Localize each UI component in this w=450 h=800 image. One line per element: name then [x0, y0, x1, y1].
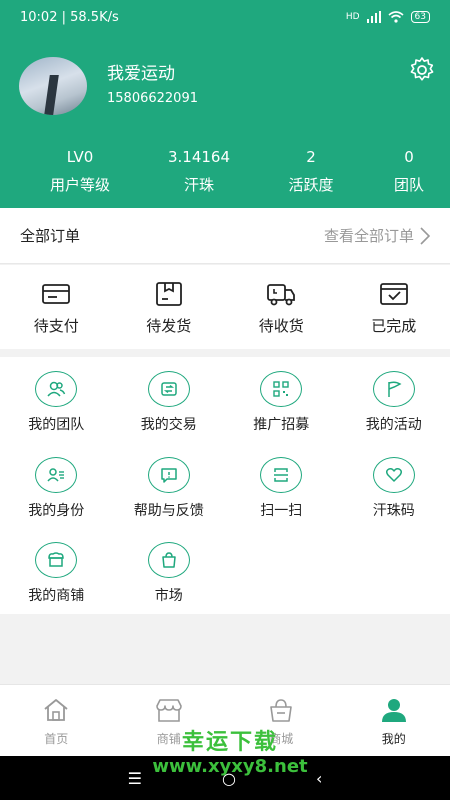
- status-time: 10:02: [20, 9, 58, 25]
- profile-header: 10:02 | 58.5K/s HD 63 我爱运动 15806622091 L…: [0, 0, 450, 208]
- shop-icon: [48, 552, 65, 568]
- package-box-icon: [155, 282, 182, 306]
- user-icon: [381, 699, 406, 722]
- order-status-row: 待支付 待发货 待收货 已完成: [0, 265, 450, 349]
- orders-header: 全部订单 查看全部订单: [0, 208, 450, 264]
- team-icon: [47, 381, 66, 397]
- menu-promotion[interactable]: 推广招募: [225, 357, 338, 437]
- payment-card-icon: [42, 284, 71, 304]
- stat-activity[interactable]: 2 活跃度: [238, 146, 384, 195]
- view-all-orders-link[interactable]: 查看全部订单: [324, 225, 430, 246]
- menu-icon[interactable]: ☰: [128, 769, 142, 788]
- heart-icon: [385, 467, 402, 482]
- user-name: 我爱运动: [107, 64, 175, 84]
- menu-my-team[interactable]: 我的团队: [0, 357, 113, 437]
- order-completed[interactable]: 已完成: [338, 265, 450, 349]
- signal-icon: [366, 11, 381, 23]
- qr-code-icon: [273, 381, 289, 397]
- status-speed: 58.5K/s: [70, 9, 119, 25]
- menu-grid: 我的团队 我的交易 推广招募 我的活动 我的身份 帮助与反馈 扫一扫 汗珠码 我…: [0, 357, 450, 614]
- user-phone: 15806622091: [107, 91, 198, 106]
- menu-scan[interactable]: 扫一扫: [225, 443, 338, 523]
- order-pending-payment[interactable]: 待支付: [0, 265, 113, 349]
- tab-mine[interactable]: 我的: [338, 685, 450, 756]
- identity-icon: [47, 467, 65, 482]
- menu-market[interactable]: 市场: [113, 528, 226, 608]
- store-icon: [155, 699, 182, 722]
- tab-store[interactable]: 商铺: [113, 685, 226, 756]
- orders-title: 全部订单: [20, 227, 81, 245]
- mall-basket-icon: [270, 699, 293, 722]
- menu-help-feedback[interactable]: 帮助与反馈: [113, 443, 226, 523]
- stat-sweat[interactable]: 3.14164 汗珠: [160, 146, 238, 195]
- network-label: HD: [345, 12, 360, 22]
- bottom-tab-bar: 首页 商铺 商城 我的: [0, 684, 450, 756]
- gear-icon[interactable]: [408, 56, 436, 84]
- menu-my-identity[interactable]: 我的身份: [0, 443, 113, 523]
- stats-row: LV0 用户等级 3.14164 汗珠 2 活跃度 0 团队: [0, 146, 450, 195]
- stat-team[interactable]: 0 团队: [384, 146, 434, 195]
- home-icon: [44, 699, 68, 721]
- order-pending-shipment[interactable]: 待发货: [113, 265, 226, 349]
- status-bar: 10:02 | 58.5K/s HD 63: [0, 0, 450, 34]
- tab-home[interactable]: 首页: [0, 685, 113, 756]
- status-right: HD 63: [346, 11, 430, 23]
- completed-tray-icon: [379, 283, 408, 305]
- wifi-icon: [388, 11, 404, 23]
- scan-icon: [274, 467, 289, 482]
- system-nav-bar: ☰ ○ ‹: [0, 756, 450, 800]
- market-bag-icon: [162, 552, 176, 569]
- stat-level[interactable]: LV0 用户等级: [0, 146, 160, 195]
- status-left: 10:02 | 58.5K/s: [20, 9, 119, 25]
- home-circle-icon[interactable]: ○: [222, 769, 236, 788]
- battery-icon: 63: [410, 11, 430, 23]
- delivery-truck-icon: [267, 284, 296, 306]
- chevron-right-icon: [420, 226, 430, 245]
- flag-icon: [388, 381, 402, 397]
- order-pending-receipt[interactable]: 待收货: [225, 265, 338, 349]
- menu-sweat-code[interactable]: 汗珠码: [338, 443, 450, 523]
- feedback-icon: [161, 467, 177, 483]
- avatar[interactable]: [19, 57, 87, 115]
- trade-icon: [161, 382, 177, 396]
- tab-mall[interactable]: 商城: [225, 685, 338, 756]
- menu-my-trade[interactable]: 我的交易: [113, 357, 226, 437]
- back-icon[interactable]: ‹: [316, 769, 322, 788]
- menu-my-shop[interactable]: 我的商铺: [0, 528, 113, 608]
- menu-my-activity[interactable]: 我的活动: [338, 357, 450, 437]
